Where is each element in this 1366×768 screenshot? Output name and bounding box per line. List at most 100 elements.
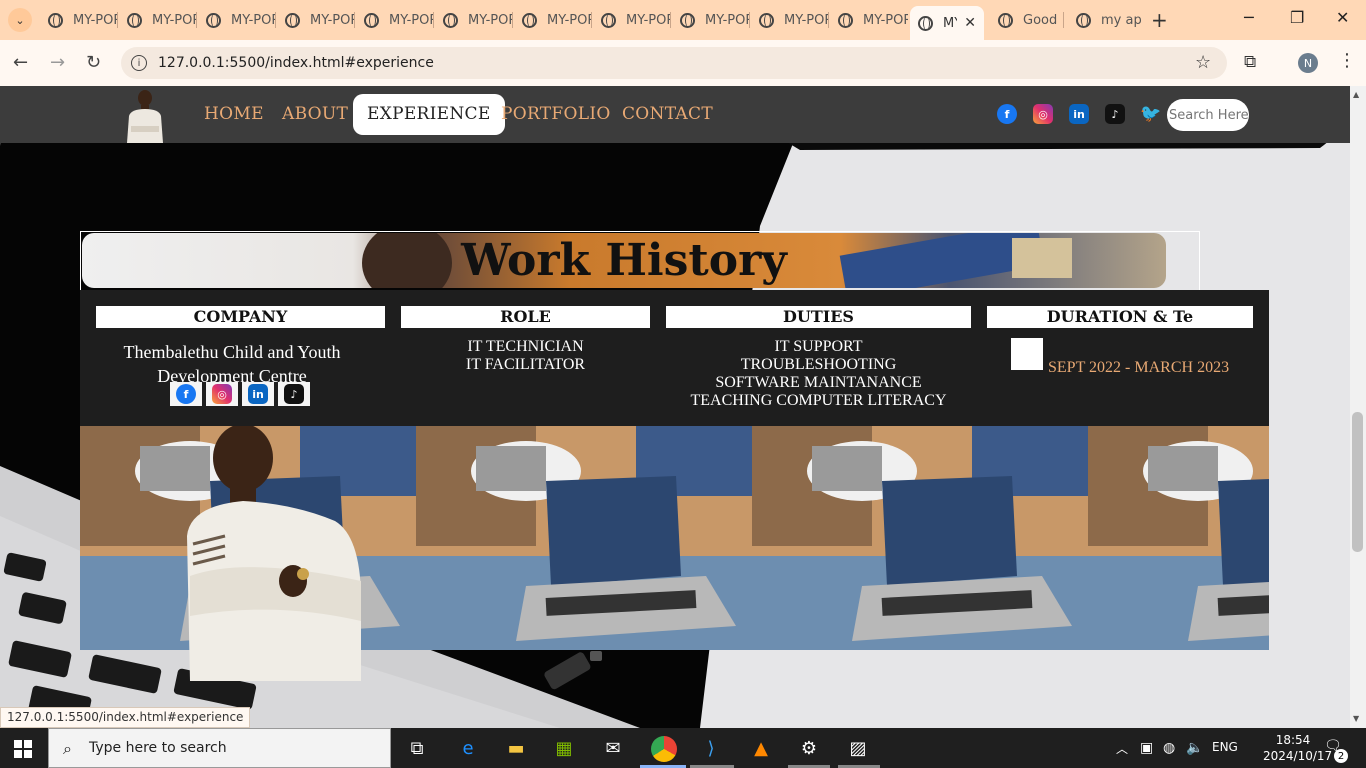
globe-icon — [680, 12, 695, 28]
company-linkedin-link[interactable]: in — [242, 382, 274, 406]
tab-search-button[interactable]: ⌄ — [8, 8, 32, 32]
search-input[interactable] — [1167, 99, 1249, 131]
browser-tab[interactable]: MY-PORTFOLIO — [119, 6, 197, 34]
globe-icon — [759, 12, 774, 28]
link-status-bubble: 127.0.0.1:5500/index.html#experience — [0, 707, 251, 728]
file-explorer-icon[interactable]: ▬ — [504, 736, 528, 760]
taskbar-clock[interactable]: 18:54 2024/10/17 — [1263, 732, 1332, 764]
microsoft-store-icon[interactable]: ▦ — [552, 736, 576, 760]
banner-title: Work History — [461, 235, 787, 286]
company-tiktok-link[interactable]: ♪ — [278, 382, 310, 406]
task-view-icon[interactable]: ⧉ — [405, 736, 429, 760]
nav-experience[interactable]: EXPERIENCE — [353, 94, 505, 135]
company-logo-placeholder — [1011, 338, 1043, 370]
header-role: ROLE — [401, 306, 650, 328]
browser-tab[interactable]: MY-PORTFOLIO — [277, 6, 355, 34]
edge-browser-icon[interactable]: e — [456, 736, 480, 760]
url-text[interactable]: 127.0.0.1:5500/index.html#experience — [158, 55, 434, 71]
scroll-up-arrow-icon[interactable]: ▲ — [1353, 90, 1359, 99]
extensions-icon[interactable]: ⧉ — [1244, 52, 1256, 72]
vscode-icon[interactable]: ⟩ — [699, 736, 723, 760]
browser-tab-active[interactable]: MY-PORTFOLIO✕ — [910, 6, 984, 40]
globe-icon — [285, 12, 300, 28]
tiktok-icon: ♪ — [284, 384, 304, 404]
volume-icon[interactable]: 🔈 — [1186, 740, 1203, 756]
network-globe-icon[interactable]: ◍ — [1163, 740, 1175, 756]
tiktok-icon[interactable]: ♪ — [1105, 104, 1125, 124]
vlc-icon[interactable]: ▲ — [749, 736, 773, 760]
globe-icon — [443, 12, 458, 28]
notification-count-badge: 2 — [1334, 749, 1348, 763]
restore-button[interactable]: ❐ — [1290, 8, 1304, 27]
close-tab-icon[interactable]: ✕ — [964, 15, 976, 31]
globe-icon — [364, 12, 379, 28]
taskbar-manager-icon[interactable]: ▣ — [1140, 740, 1153, 756]
linkedin-icon[interactable]: in — [1069, 104, 1089, 124]
header-duration: DURATION & Te — [987, 306, 1253, 328]
instagram-icon: ◎ — [212, 384, 232, 404]
twitter-icon[interactable]: 🐦 — [1140, 104, 1161, 124]
globe-icon — [918, 15, 933, 31]
instagram-icon[interactable]: ◎ — [1033, 104, 1053, 124]
back-button[interactable]: ← — [13, 52, 28, 73]
minimize-button[interactable]: ─ — [1244, 8, 1254, 27]
mail-icon[interactable]: ✉ — [601, 736, 625, 760]
browser-tab[interactable]: MY-PORTFOLIO — [356, 6, 434, 34]
company-instagram-link[interactable]: ◎ — [206, 382, 238, 406]
browser-tab[interactable]: my app — [1068, 6, 1142, 34]
taskbar-search-box[interactable]: ⌕ Type here to search — [48, 728, 391, 768]
browser-tab[interactable]: MY-PORTFOLIO — [198, 6, 276, 34]
new-tab-button[interactable]: + — [1151, 8, 1168, 32]
windows-start-button[interactable] — [14, 740, 32, 758]
close-window-button[interactable]: ✕ — [1336, 8, 1349, 27]
menu-dots-icon[interactable]: ⋮ — [1338, 50, 1356, 71]
show-hidden-icons-chevron-icon[interactable]: ︿ — [1116, 740, 1128, 757]
forward-button[interactable]: → — [50, 52, 65, 73]
globe-icon — [1076, 12, 1091, 28]
globe-icon — [206, 12, 221, 28]
bookmark-star-icon[interactable]: ☆ — [1195, 52, 1211, 73]
page-viewport: HOME ABOUT EXPERIENCE PORTFOLIO CONTACT … — [0, 86, 1350, 728]
facebook-icon[interactable]: f — [997, 104, 1017, 124]
role-list: IT TECHNICIAN IT FACILITATOR — [465, 338, 586, 373]
globe-icon — [127, 12, 142, 28]
company-name: Thembalethu Child and Youth Development … — [123, 342, 341, 386]
laptop-desk-photo — [416, 426, 752, 650]
facebook-icon: f — [176, 384, 196, 404]
nav-home[interactable]: HOME — [204, 104, 264, 124]
input-language[interactable]: ENG — [1212, 740, 1238, 754]
page-scrollbar[interactable] — [1350, 86, 1366, 728]
site-logo-avatar[interactable] — [123, 86, 167, 143]
work-history-banner: Work History — [82, 233, 1166, 288]
nav-about[interactable]: ABOUT — [282, 104, 348, 124]
profile-person-image — [187, 426, 361, 681]
reload-button[interactable]: ↻ — [86, 52, 101, 73]
settings-gear-icon[interactable]: ⚙ — [797, 736, 821, 760]
browser-tab[interactable]: MY-PORTFOLIO — [751, 6, 829, 34]
company-facebook-link[interactable]: f — [170, 382, 202, 406]
browser-tab[interactable]: MY-PORTFOLIO — [830, 6, 908, 34]
header-company: COMPANY — [96, 306, 385, 328]
duties-list: IT SUPPORT TROUBLESHOOTING SOFTWARE MAIN… — [690, 338, 947, 409]
browser-tab[interactable]: MY-PORTFOLIO — [672, 6, 750, 34]
globe-icon — [522, 12, 537, 28]
header-duties: DUTIES — [666, 306, 971, 328]
globe-icon — [48, 12, 63, 28]
browser-tab[interactable]: Good — [990, 6, 1064, 34]
profile-avatar[interactable]: N — [1298, 53, 1318, 73]
site-info-icon[interactable]: i — [131, 55, 147, 71]
browser-tab[interactable]: MY-PORTFOLIO — [514, 6, 592, 34]
browser-tab[interactable]: MY-PORTFOLIO — [435, 6, 513, 34]
chrome-icon[interactable] — [651, 736, 677, 762]
photos-icon[interactable]: ▨ — [846, 736, 870, 760]
laptop-desk-photo — [752, 426, 1088, 650]
search-icon: ⌕ — [63, 739, 72, 758]
globe-icon — [601, 12, 616, 28]
nav-contact[interactable]: CONTACT — [622, 104, 713, 124]
browser-tab[interactable]: MY-PORTFOLIO — [40, 6, 118, 34]
browser-tab[interactable]: MY-PORTFOLIO — [593, 6, 671, 34]
nav-portfolio[interactable]: PORTFOLIO — [501, 104, 611, 124]
scroll-down-arrow-icon[interactable]: ▼ — [1353, 714, 1359, 723]
scrollbar-thumb[interactable] — [1352, 412, 1363, 552]
globe-icon — [838, 12, 853, 28]
